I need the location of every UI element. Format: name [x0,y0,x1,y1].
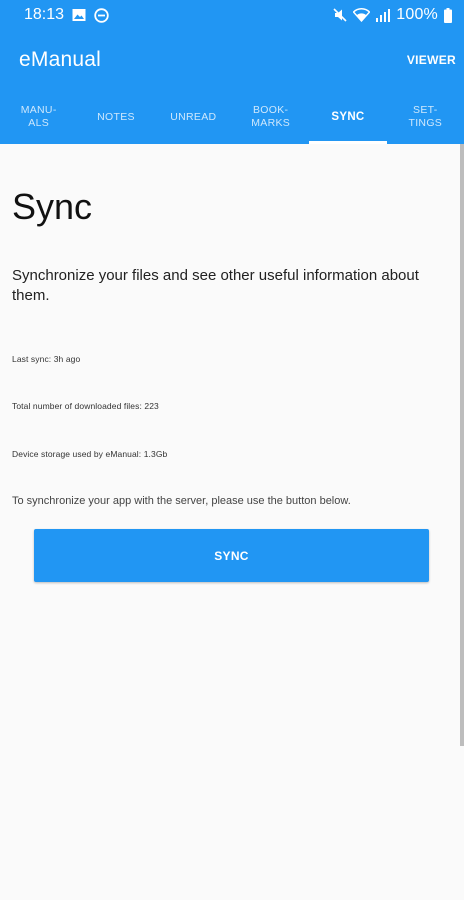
page-title: Sync [12,186,93,227]
tab-sync[interactable]: SYNC [309,90,387,144]
scrollbar[interactable] [460,144,464,746]
status-time: 18:13 [24,6,65,23]
intro-text: Synchronize your files and see other use… [12,267,419,304]
viewer-button[interactable]: VIEWER [407,45,456,75]
tab-notes[interactable]: NOTES [77,90,154,144]
sync-page-content: Sync Synchronize your files and see othe… [12,144,452,507]
last-sync-text: Last sync: 3h ago [12,354,81,364]
battery-percent: 100% [396,6,438,23]
tab-settings[interactable]: SET- TINGS [387,90,464,144]
sync-button[interactable]: SYNC [34,529,429,582]
tab-unread[interactable]: UNREAD [155,90,232,144]
app-title: eManual [19,48,101,71]
battery-icon [444,7,452,23]
tab-bookmarks[interactable]: BOOK- MARKS [232,90,309,144]
storage-text: Device storage used by eManual: 1.3Gb [12,449,168,459]
tab-bar: MANU- ALS NOTES UNREAD BOOK- MARKS SYNC … [0,90,464,144]
mute-icon [333,8,347,22]
app-bar: eManual VIEWER [0,30,464,90]
minus-circle-icon [94,7,109,23]
tab-manuals[interactable]: MANU- ALS [0,90,77,144]
signal-icon [376,8,391,22]
status-right: 100% [333,6,452,24]
image-icon [72,8,86,22]
wifi-icon [353,8,371,22]
status-left: 18:13 [24,6,109,24]
instructions-text: To synchronize your app with the server,… [12,495,351,507]
total-files-text: Total number of downloaded files: 223 [12,401,159,411]
status-bar: 18:13 100% [0,0,464,30]
